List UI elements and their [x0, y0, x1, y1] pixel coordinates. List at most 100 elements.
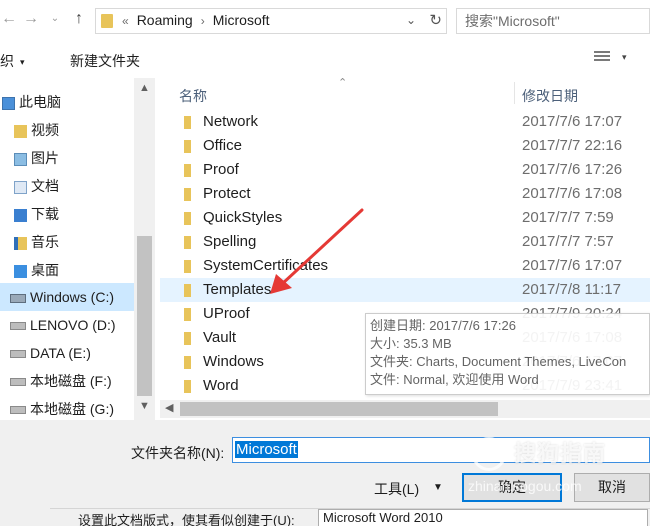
nav-item-music[interactable]: 音乐 [14, 228, 148, 256]
file-name: Windows [203, 353, 264, 370]
file-name: SystemCertificates [203, 257, 329, 274]
tools-caret-down-icon[interactable]: ▼ [433, 482, 443, 493]
drive-icon [10, 322, 26, 331]
view-options-caret-icon[interactable]: ▾ [622, 52, 627, 63]
file-list-row[interactable]: Network 2017/7/6 17:07 [160, 110, 650, 134]
chevron-down-icon[interactable]: ⌄ [406, 13, 416, 27]
view-options-icon[interactable] [594, 51, 610, 65]
file-modified-date: 2017/7/7 22:16 [522, 137, 623, 154]
up-arrow-icon[interactable]: ↑ [70, 8, 88, 30]
drive-icon [10, 406, 26, 415]
nav-item-this-pc[interactable]: 此电脑 [2, 88, 136, 116]
file-name: Spelling [203, 233, 257, 250]
watermark-url: zhinan.sogou.com [468, 478, 582, 494]
toolbar: 组织 ▾ 新建文件夹 ▾ [0, 42, 650, 76]
search-input[interactable] [457, 9, 649, 33]
tools-button[interactable]: 工具(L) [374, 479, 419, 499]
layout-compat-select[interactable]: Microsoft Word 2010 [318, 509, 648, 526]
drive-icon [10, 350, 26, 359]
refresh-icon[interactable]: ↻ [429, 11, 442, 29]
file-list-row[interactable]: Templates 2017/7/8 11:17 [160, 278, 650, 302]
breadcrumb-overflow[interactable]: « [122, 14, 129, 28]
folder-info-tooltip: 创建日期: 2017/7/6 17:26 大小: 35.3 MB 文件夹: Ch… [365, 313, 650, 395]
breadcrumb-segment-microsoft[interactable]: Microsoft [213, 12, 270, 28]
breadcrumb: « Roaming › Microsoft [122, 12, 270, 28]
tooltip-size: 大小: 35.3 MB [370, 336, 452, 351]
scrollbar-thumb[interactable] [137, 236, 152, 396]
tooltip-files: 文件: Normal, 欢迎使用 Word [370, 372, 539, 387]
back-arrow-icon[interactable]: ← [0, 8, 18, 30]
organize-button[interactable]: 组织 ▾ [0, 51, 25, 71]
tooltip-folders: 文件夹: Charts, Document Themes, LiveCon [370, 354, 627, 369]
new-folder-button[interactable]: 新建文件夹 [70, 51, 140, 71]
file-modified-date: 2017/7/6 17:08 [522, 185, 623, 202]
file-modified-date: 2017/7/6 17:07 [522, 257, 623, 274]
nav-item-label: Windows (C:) [30, 289, 115, 305]
nav-item-label: 文档 [31, 178, 59, 194]
folder-icon [184, 116, 191, 129]
watermark-logo [472, 437, 506, 471]
folder-icon [184, 236, 191, 249]
column-header-name[interactable]: 名称 [179, 86, 207, 106]
file-list-row[interactable]: Office 2017/7/7 22:16 [160, 134, 650, 158]
tooltip-created: 创建日期: 2017/7/6 17:26 [370, 318, 516, 333]
scroll-down-icon[interactable]: ▼ [139, 400, 150, 412]
folder-icon [184, 140, 191, 153]
nav-item-local-disk-g[interactable]: 本地磁盘 (G:) [10, 395, 144, 420]
desktop-folder-icon [14, 264, 27, 278]
recent-locations-chevron-icon[interactable]: ⌄ [46, 8, 64, 30]
address-row: ← → ⌄ ↑ « Roaming › Microsoft ⌄ ↻ [0, 0, 650, 42]
folder-icon [184, 284, 191, 297]
nav-item-label: 本地磁盘 (F:) [30, 373, 112, 389]
nav-item-windows-c[interactable]: Windows (C:) [0, 283, 134, 311]
file-name: Vault [203, 329, 237, 346]
file-name: UProof [203, 305, 250, 322]
nav-pane-scrollbar[interactable]: ▲ ▼ [134, 78, 155, 420]
folder-name-value: Microsoft [235, 441, 298, 458]
file-list-row[interactable]: SystemCertificates 2017/7/6 17:07 [160, 254, 650, 278]
video-folder-icon [14, 124, 27, 138]
file-name: Protect [203, 185, 251, 202]
folder-name-label: 文件夹名称(N): [131, 445, 225, 461]
nav-item-desktop[interactable]: 桌面 [14, 256, 148, 284]
downloads-folder-icon [14, 208, 27, 222]
nav-item-label: LENOVO (D:) [30, 317, 116, 333]
forward-arrow-icon[interactable]: → [22, 8, 40, 30]
column-divider[interactable] [514, 82, 515, 104]
nav-item-videos[interactable]: 视频 [14, 116, 148, 144]
nav-item-local-disk-f[interactable]: 本地磁盘 (F:) [10, 367, 144, 395]
column-header-date[interactable]: 修改日期 [522, 86, 578, 106]
nav-item-lenovo-d[interactable]: LENOVO (D:) [10, 311, 144, 339]
file-list-horizontal-scrollbar[interactable]: ◀ [160, 400, 650, 418]
breadcrumb-separator-icon[interactable]: › [201, 14, 205, 28]
file-name: QuickStyles [203, 209, 283, 226]
folder-icon [184, 380, 191, 393]
scroll-up-icon[interactable]: ▲ [139, 82, 150, 94]
nav-item-data-e[interactable]: DATA (E:) [10, 339, 144, 367]
folder-icon [184, 308, 191, 321]
file-modified-date: 2017/7/6 17:07 [522, 113, 623, 130]
column-header: 名称 ⌃ 修改日期 [160, 78, 650, 108]
file-list-row[interactable]: Proof 2017/7/6 17:26 [160, 158, 650, 182]
scroll-left-icon[interactable]: ◀ [165, 401, 173, 414]
file-name: Word [203, 377, 239, 394]
scrollbar-thumb[interactable] [180, 402, 498, 416]
nav-item-pictures[interactable]: 图片 [14, 144, 148, 172]
search-box[interactable] [456, 8, 650, 34]
folder-icon [184, 332, 191, 345]
folder-icon [101, 14, 113, 28]
nav-item-documents[interactable]: 文档 [14, 172, 148, 200]
folder-icon [184, 164, 191, 177]
file-list-row[interactable]: Spelling 2017/7/7 7:57 [160, 230, 650, 254]
nav-item-downloads[interactable]: 下载 [14, 200, 148, 228]
address-bar[interactable]: « Roaming › Microsoft ⌄ ↻ [95, 8, 447, 34]
system-drive-icon [10, 293, 26, 303]
nav-item-label: 下载 [31, 206, 59, 222]
computer-icon [2, 96, 15, 110]
underlying-dialog-strip: 设置此文档版式，使其看似创建于(U): Microsoft Word 2010 [50, 508, 650, 526]
breadcrumb-segment-roaming[interactable]: Roaming [137, 12, 193, 28]
cancel-button[interactable]: 取消 [574, 473, 650, 502]
sort-ascending-icon: ⌃ [338, 78, 348, 89]
file-list-row[interactable]: QuickStyles 2017/7/7 7:59 [160, 206, 650, 230]
file-list-row[interactable]: Protect 2017/7/6 17:08 [160, 182, 650, 206]
